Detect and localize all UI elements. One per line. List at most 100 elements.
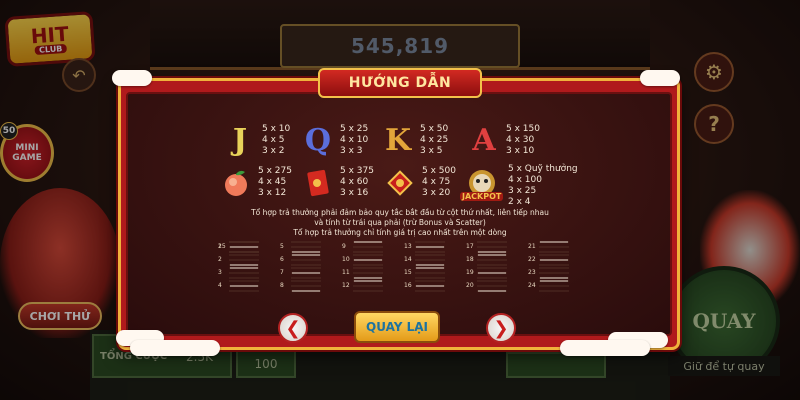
pay-value: 5 x 500 [422,166,456,176]
payline-graphic [477,280,507,292]
payline-graphic [415,267,445,279]
payline-item: 23 [528,266,576,280]
paytable-peach: 5 x 275 4 x 45 3 x 12 [220,166,292,199]
payline-graphic [353,280,383,292]
payline-item: 3 [218,266,266,280]
payline-item: 22 [528,253,576,267]
payline-item: 16 [404,279,452,293]
payline-number: 14 [404,256,412,263]
payline-graphic [229,267,259,279]
payline-item: 17 [466,240,514,254]
chevron-right-icon: ❯ [493,317,509,339]
payline-item: 5 [280,240,328,254]
paytable-a: A 5 x 150 4 x 30 3 x 10 [468,123,540,158]
paytable-k: K 5 x 50 4 x 25 3 x 5 [382,123,449,158]
payline-graphic [291,280,321,292]
paytable-firecracker: 5 x 500 4 x 75 3 x 20 [384,166,456,199]
pay-value: 4 x 100 [508,175,542,185]
payline-item: 10 [342,253,390,267]
back-to-game-button[interactable]: QUAY LẠI [354,311,440,343]
payline-number: 20 [466,282,474,289]
red-envelope-icon [307,169,329,196]
payline-graphic [353,267,383,279]
rule-line: và tính từ trái qua phải (trừ Bonus và S… [314,218,486,227]
pay-value: 3 x 3 [340,146,363,156]
pay-value: 3 x 12 [258,188,287,198]
payline-item: 19 [466,266,514,280]
payline-graphic [291,241,321,253]
payline-item: 9 [342,240,390,254]
payline-graphic [353,254,383,266]
payline-number: 18 [466,256,474,263]
symbol-k: K [384,123,412,158]
payline-item: 18 [466,253,514,267]
pay-value: 4 x 25 [420,135,449,145]
payline-item: 12 [342,279,390,293]
payline-number: 12 [342,282,350,289]
payline-item: 25 [218,240,266,254]
payline-item: 20 [466,279,514,293]
modal-title-banner: HƯỚNG DẪN [318,68,482,98]
pay-value: 5 x 50 [420,124,449,134]
pay-value: 5 x 150 [506,124,540,134]
payline-graphic [539,241,569,253]
payline-graphic [229,280,259,292]
prev-page-button[interactable]: ❮ [278,313,308,343]
pay-value: 4 x 45 [258,177,287,187]
payline-graphic [477,267,507,279]
payline-number: 6 [280,256,284,263]
jackpot-icon-label: JACKPOT [460,192,504,201]
payline-number: 22 [528,256,536,263]
payline-item: 21 [528,240,576,254]
pay-value: 5 x 10 [262,124,291,134]
payline-number: 21 [528,243,536,250]
payline-number: 7 [280,269,284,276]
payline-item: 15 [404,266,452,280]
cloud-decoration [112,70,152,86]
pay-value: 4 x 30 [506,135,535,145]
payline-item: 2 [218,253,266,267]
next-page-button[interactable]: ❯ [486,313,516,343]
pay-value: 4 x 60 [340,177,369,187]
pay-value: 5 x 275 [258,166,292,176]
pay-value: 5 x 25 [340,124,369,134]
payline-graphic [291,254,321,266]
payline-graphic [477,254,507,266]
rules-text: Tổ hợp trả thưởng phải đảm bảo quy tắc b… [200,208,600,238]
payline-number: 11 [342,269,350,276]
payline-item: 4 [218,279,266,293]
payline-graphic [291,267,321,279]
paylines-grid: 1 2 3 4 5 6 7 8 9 10 11 12 13 14 15 16 17 18 19 20 21 22 23 24 2… [218,240,578,294]
pay-value: 3 x 20 [422,188,451,198]
payline-item: 13 [404,240,452,254]
pay-value: 5 x 375 [340,166,374,176]
payline-graphic [415,254,445,266]
rule-line: Tổ hợp trả thưởng chỉ tính giá trị cao n… [293,228,507,237]
payline-number: 23 [528,269,536,276]
payline-number: 2 [218,256,222,263]
payline-item: 14 [404,253,452,267]
firecracker-icon [387,169,413,196]
payline-item: 7 [280,266,328,280]
pay-value: 2 x 4 [508,197,531,207]
peach-icon [225,170,247,196]
rule-line: Tổ hợp trả thưởng phải đảm bảo quy tắc b… [251,208,549,217]
payline-number: 3 [218,269,222,276]
payline-graphic [477,241,507,253]
payline-graphic [353,241,383,253]
symbol-j: J [232,123,248,158]
cloud-decoration [130,340,220,356]
payline-graphic [539,280,569,292]
payline-number: 4 [218,282,222,289]
back-to-game-label: QUAY LẠI [366,320,428,334]
symbol-a: A [472,123,496,158]
payline-graphic [415,280,445,292]
payline-number: 15 [404,269,412,276]
payline-number: 10 [342,256,350,263]
payline-graphic [229,241,259,253]
pay-value: 3 x 16 [340,188,369,198]
paytable-jackpot: JACKPOT 5 x Quỹ thưởng 4 x 100 3 x 25 2 … [460,164,578,208]
payline-number: 8 [280,282,284,289]
pay-value: 3 x 25 [508,186,537,196]
payline-item: 11 [342,266,390,280]
